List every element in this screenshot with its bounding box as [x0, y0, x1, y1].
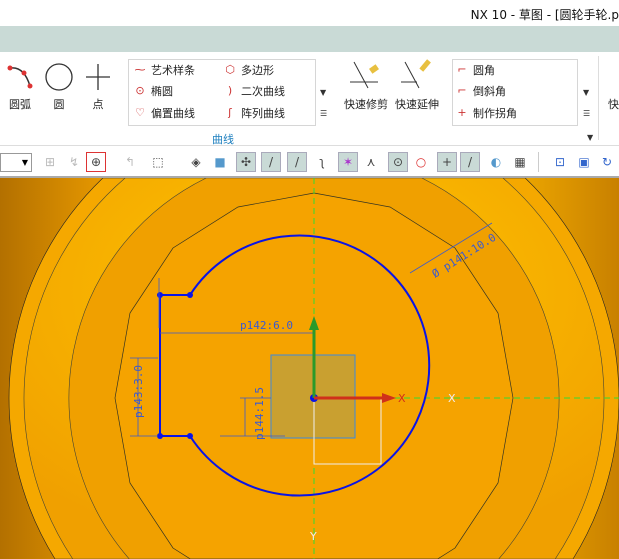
label: 多边形	[241, 64, 274, 77]
y-datum-label: Y	[309, 530, 317, 543]
studio-spline-button[interactable]: ⁓ 艺术样条	[133, 62, 196, 78]
x-axis-label: X	[398, 392, 406, 405]
dimension-p144[interactable]: p144:1.5	[253, 387, 266, 440]
point-label: 点	[92, 98, 104, 111]
label: 圆角	[473, 64, 495, 77]
make-corner-icon: +	[457, 106, 467, 119]
label: 偏置曲线	[151, 107, 195, 120]
midpoint-icon[interactable]: /	[287, 152, 307, 172]
ribbon-tab-bar	[0, 26, 619, 52]
fillet-button[interactable]: ⌐ 圆角	[455, 62, 495, 78]
refresh-icon[interactable]: ↻	[597, 152, 617, 172]
chamfer-button[interactable]: ⌐ 倒斜角	[455, 83, 506, 99]
quick-trim-button[interactable]: 快速修剪	[342, 58, 390, 112]
center-icon[interactable]: ⊙	[388, 152, 408, 172]
pattern-curve-icon: ʃ	[228, 106, 232, 119]
toolbar-divider	[538, 152, 539, 172]
label: 快速延伸	[395, 98, 439, 111]
quick-extend-icon	[401, 59, 431, 89]
chamfer-icon: ⌐	[457, 84, 467, 97]
gallery-scroll-down[interactable]: ▼	[320, 88, 326, 97]
arc-icon	[7, 65, 33, 89]
point-on-curve-icon[interactable]: +	[437, 152, 457, 172]
conic-button[interactable]: ) 二次曲线	[223, 83, 285, 99]
label: 艺术样条	[151, 64, 195, 77]
circle-icon	[45, 63, 73, 91]
corner-scroll-down[interactable]: ▼	[583, 88, 589, 97]
point-on-line-icon[interactable]: /	[460, 152, 480, 172]
label: 制作拐角	[473, 107, 517, 120]
quick-trim-icon	[350, 61, 379, 89]
label: 快速修剪	[344, 98, 388, 111]
box-select-icon[interactable]: ⬚	[148, 152, 168, 172]
make-corner-button[interactable]: + 制作拐角	[455, 105, 517, 121]
tool-icon[interactable]: ◈	[186, 152, 206, 172]
ribbon-expand[interactable]: ▼	[587, 133, 593, 142]
cube-icon[interactable]: ■	[210, 152, 230, 172]
quick-extend-button[interactable]: 快速延伸	[393, 58, 441, 112]
arc-label: 圆弧	[9, 98, 31, 111]
filter-icon[interactable]: ⊕	[86, 152, 106, 172]
intersection-icon[interactable]: ⋏	[361, 152, 381, 172]
offset-curve-icon: ♡	[135, 106, 145, 119]
label: 倒斜角	[473, 85, 506, 98]
ribbon-cut-label: 快	[608, 98, 619, 111]
circle-button[interactable]: 圆	[39, 58, 79, 112]
quadrant-icon[interactable]: ○	[411, 152, 431, 172]
conic-icon: )	[227, 84, 233, 97]
ellipse-icon: ⊙	[135, 84, 145, 97]
curve-group-label: 曲线	[212, 133, 234, 146]
snap-icon[interactable]: ✣	[236, 152, 256, 172]
graphics-viewport[interactable]: p142:6.0 p143:3.0 p144:1.5 Ø p141:10.0 X…	[0, 178, 619, 559]
polygon-button[interactable]: ⬡ 多边形	[223, 62, 274, 78]
ellipse-button[interactable]: ⊙ 椭圆	[133, 83, 173, 99]
polygon-icon: ⬡	[225, 63, 235, 76]
dimension-p143[interactable]: p143:3.0	[132, 365, 145, 418]
pattern-curve-button[interactable]: ʃ 阵列曲线	[223, 105, 285, 121]
title-bar: NX 10 - 草图 - [圆轮手轮.p	[0, 0, 619, 26]
point-icon	[86, 64, 110, 90]
corner-more[interactable]: ☰	[583, 109, 590, 118]
endpoint-icon[interactable]: /	[261, 152, 281, 172]
face-icon[interactable]: ◐	[486, 152, 506, 172]
spline-icon: ⁓	[134, 63, 146, 76]
grid-icon[interactable]: ▦	[510, 152, 530, 172]
fillet-icon: ⌐	[457, 63, 467, 76]
curve-icon[interactable]: ʅ	[312, 152, 332, 172]
arc-button[interactable]: 圆弧	[0, 58, 40, 112]
view-icon[interactable]: ▣	[574, 152, 594, 172]
gallery-more[interactable]: ☰	[320, 109, 327, 118]
control-point-icon[interactable]: ✶	[338, 152, 358, 172]
view-icon[interactable]: ⊡	[550, 152, 570, 172]
tool-icon[interactable]: ↰	[120, 152, 140, 172]
label: 阵列曲线	[241, 107, 285, 120]
label: 椭圆	[151, 85, 173, 98]
x-datum-label: X	[448, 392, 456, 405]
tool-icon[interactable]: ↯	[64, 152, 84, 172]
tool-icon[interactable]: ⊞	[40, 152, 60, 172]
label: 二次曲线	[241, 85, 285, 98]
ribbon-divider	[598, 56, 599, 140]
offset-curve-button[interactable]: ♡ 偏置曲线	[133, 105, 195, 121]
ribbon: 圆弧 圆 点 ⁓ 艺术样条 ⬡ 多边形 ⊙ 椭圆 ) 二次曲线 ♡ 偏置曲线 ʃ 阵列曲线 …	[0, 52, 619, 146]
window-title: NX 10 - 草图 - [圆轮手轮.p	[470, 8, 619, 22]
circle-label: 圆	[53, 98, 65, 111]
selection-toolbar: ▼ ⊞ ↯ ⊕ ↰ ⬚ ◈ ■ ✣ / / ʅ ✶ ⋏ ⊙ ○ + / ◐ ▦ …	[0, 146, 619, 178]
filter-dropdown[interactable]: ▼	[0, 153, 32, 172]
sketch-canvas[interactable]: p142:6.0 p143:3.0 p144:1.5 Ø p141:10.0 X…	[0, 178, 619, 559]
dimension-p142[interactable]: p142:6.0	[240, 319, 293, 332]
point-button[interactable]: 点	[78, 58, 118, 112]
